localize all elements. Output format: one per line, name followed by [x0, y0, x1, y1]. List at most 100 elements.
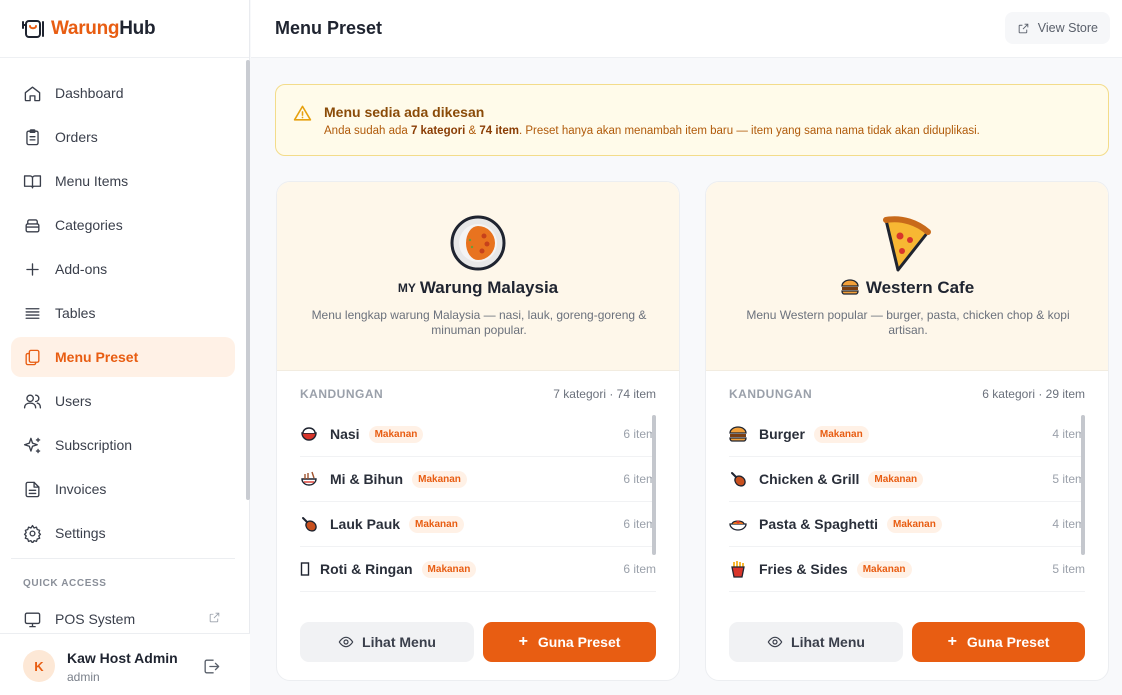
list-item: Fries & Sides Makanan 5 item [729, 547, 1085, 592]
sidebar-item-pos-system[interactable]: POS System [23, 608, 223, 630]
list-item: Nasi Makanan 6 item [300, 412, 656, 457]
warunghub-logo-icon [22, 19, 44, 38]
preset-title-text: Warung Malaysia [419, 278, 559, 297]
view-menu-button[interactable]: Lihat Menu [300, 622, 474, 662]
use-preset-label: Guna Preset [537, 634, 621, 650]
user-role: admin [67, 670, 100, 684]
preset-hero: MY Warung Malaysia Menu lengkap warung Ma… [277, 182, 679, 371]
category-name: Chicken & Grill [759, 471, 860, 487]
category-tag: Makanan [409, 515, 464, 533]
list-item: Burger Makanan 4 item [729, 412, 1085, 457]
contents-label: KANDUNGAN [300, 387, 384, 401]
preset-card-western-cafe: Western Cafe Menu Western popular — burg… [705, 181, 1109, 681]
curry-rice-icon [450, 215, 506, 271]
sidebar-item-label: Users [55, 393, 92, 409]
fries-icon [731, 561, 745, 578]
category-tag: Makanan [368, 425, 424, 443]
sidebar-scrollbar[interactable] [246, 60, 250, 500]
category-name: Pasta & Spaghetti [759, 516, 879, 532]
category-tag: Makanan [421, 560, 477, 578]
eye-icon [338, 636, 354, 648]
view-menu-label: Lihat Menu [791, 634, 865, 650]
list-item: Pasta & Spaghetti Makanan 4 item [729, 502, 1085, 547]
avatar[interactable]: K [23, 650, 55, 682]
topbar: Menu Preset View Store [251, 0, 1122, 58]
pizza-icon [883, 216, 931, 272]
list-item: Chicken & Grill Makanan 5 item [729, 457, 1085, 502]
category-list-scrollbar[interactable] [652, 415, 656, 555]
monitor-icon [24, 611, 41, 627]
plus-icon [26, 262, 39, 276]
sidebar-item-menu-items[interactable]: Menu Items [11, 161, 235, 201]
rice-bowl-icon [301, 427, 317, 441]
alert-text-post: . Preset hanya akan menambah item baru —… [519, 125, 980, 137]
category-item-count: 6 item [623, 562, 656, 576]
category-list: Burger Makanan 4 item Chicken & Grill Ma… [729, 412, 1085, 606]
alert-text: Anda sudah ada 7 kategori & 74 item. Pre… [324, 125, 980, 137]
file-icon [25, 481, 40, 497]
contents-label: KANDUNGAN [729, 387, 813, 401]
sidebar-item-subscription[interactable]: Subscription [11, 425, 235, 465]
bread-icon [300, 562, 310, 576]
view-store-button[interactable]: View Store [1004, 12, 1110, 44]
category-name: Roti & Ringan [320, 561, 413, 577]
category-name: Mi & Bihun [330, 471, 404, 487]
sidebar-item-add-ons[interactable]: Add-ons [11, 249, 235, 289]
sidebar-item-categories[interactable]: Categories [11, 205, 235, 245]
sidebar-item-tables[interactable]: Tables [11, 293, 235, 333]
book-icon [23, 174, 42, 189]
use-preset-button[interactable]: + Guna Preset [483, 622, 656, 662]
drumstick-icon [731, 472, 746, 487]
plus-icon: + [947, 633, 957, 650]
page-title: Menu Preset [275, 18, 383, 38]
sidebar-item-label: Dashboard [55, 85, 124, 101]
external-link-icon [1018, 23, 1029, 33]
category-tag: Makanan [887, 515, 942, 533]
preset-hero: Western Cafe Menu Western popular — burg… [706, 182, 1108, 371]
sidebar-item-label: Settings [55, 525, 106, 541]
sidebar-item-settings[interactable]: Settings [11, 513, 235, 553]
sidebar-item-menu-preset[interactable]: Menu Preset [11, 337, 235, 377]
category-tag: Makanan [813, 425, 869, 443]
preset-title-text: Western Cafe [865, 278, 975, 297]
category-name: Burger [759, 426, 805, 442]
list-icon [25, 307, 40, 319]
noodles-icon [301, 471, 317, 486]
category-list-scrollbar[interactable] [1081, 415, 1085, 555]
category-tag: Makanan [868, 470, 924, 488]
clipboard-icon [26, 128, 39, 145]
view-menu-label: Lihat Menu [362, 634, 436, 650]
preset-description: Menu Western popular — burger, pasta, ch… [746, 308, 1070, 337]
external-link-icon [209, 612, 220, 623]
sparkles-icon [23, 437, 41, 453]
sidebar-item-label: Add-ons [55, 261, 108, 277]
sidebar-item-label: Menu Preset [55, 349, 139, 365]
flag-my: MY [397, 281, 416, 295]
user-name: Kaw Host Admin [67, 650, 178, 666]
users-icon [23, 393, 42, 409]
existing-menu-alert: Menu sedia ada dikesan Anda sudah ada 7 … [275, 84, 1109, 156]
brand-name-part2: Hub [119, 17, 156, 39]
view-menu-button[interactable]: Lihat Menu [729, 622, 903, 662]
list-item: Roti & Ringan Makanan 6 item [300, 547, 656, 592]
alert-items-count: 74 item [479, 125, 519, 137]
contents-count: 6 kategori · 29 item [982, 387, 1085, 401]
category-name: Lauk Pauk [330, 516, 401, 532]
sidebar-item-invoices[interactable]: Invoices [11, 469, 235, 509]
use-preset-button[interactable]: + Guna Preset [912, 622, 1085, 662]
brand-logo[interactable]: WarungHub [0, 0, 249, 58]
sidebar-item-users[interactable]: Users [11, 381, 235, 421]
sidebar-nav: Dashboard Orders Menu Items Categories A… [11, 73, 235, 557]
gear-icon [23, 524, 42, 543]
logout-icon[interactable] [202, 657, 221, 676]
list-item: Mi & Bihun Makanan 6 item [300, 457, 656, 502]
plus-icon: + [518, 633, 528, 650]
sidebar-item-dashboard[interactable]: Dashboard [11, 73, 235, 113]
burger-icon [729, 426, 747, 442]
contents-header: KANDUNGAN 7 kategori · 74 item [300, 387, 656, 401]
alert-title: Menu sedia ada dikesan [324, 104, 485, 120]
sidebar-item-orders[interactable]: Orders [11, 117, 235, 157]
sidebar-item-label: Orders [55, 129, 98, 145]
sidebar-item-label: Menu Items [55, 173, 129, 189]
alert-text-amp: & [465, 125, 480, 137]
